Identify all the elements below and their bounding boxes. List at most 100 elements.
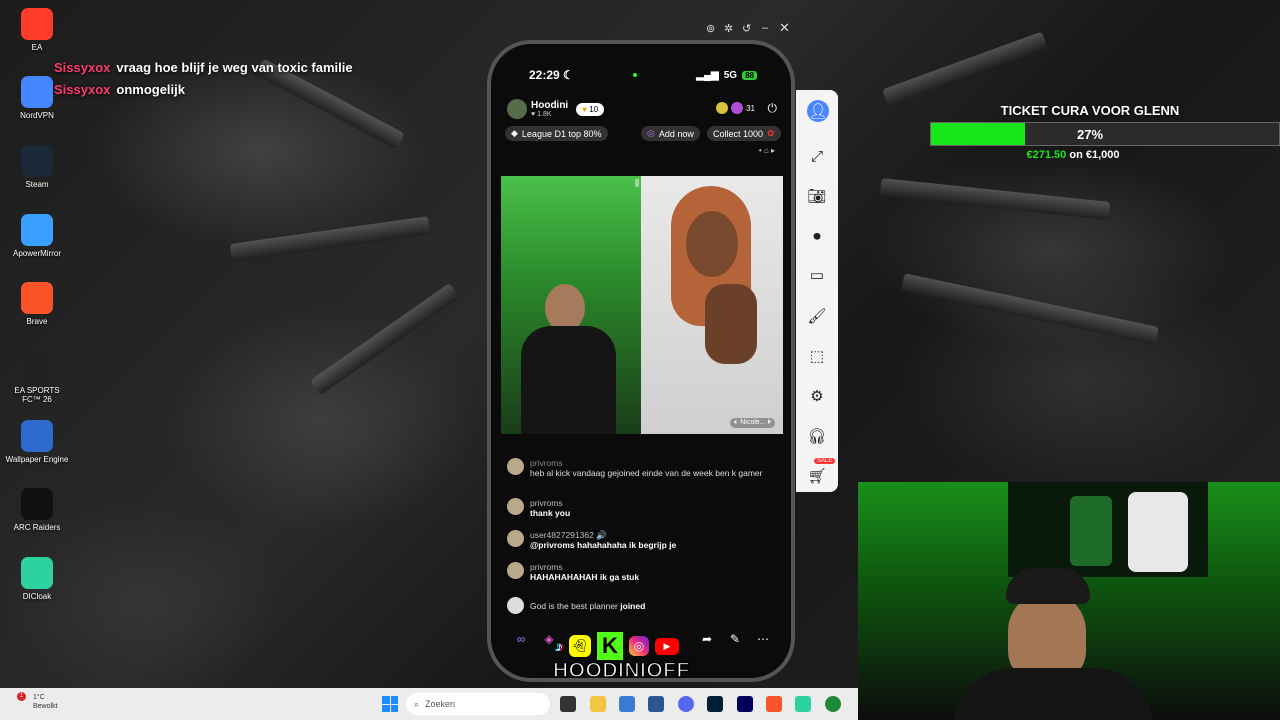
jersey [1128,492,1188,572]
expand-icon[interactable]: ⤢ [807,146,827,166]
power-icon[interactable]: ⏻ [768,101,778,116]
battery-icon: 88 [742,70,757,80]
guest-label[interactable]: 🔈︎ Nicole... ⏵ [730,418,775,428]
desktop-shortcut-label: Wallpaper Engine [5,455,69,464]
desktop-shortcut-label: Steam [25,180,49,189]
desktop-shortcut-label: Brave [26,317,48,326]
signal-icon: ▂▄▆ [696,69,719,81]
desktop-shortcut[interactable]: EA [4,8,70,52]
desktop-shortcut[interactable]: ARC Raiders [4,488,70,532]
host-name: Hoodini [531,100,569,111]
host-video [501,176,641,434]
bottom-right-actions: ➦ ✎ ⋯ [697,629,773,649]
network-label: 5G [723,69,738,81]
host-avatar [507,99,527,119]
follow-hearts-button[interactable]: ♥ 10 [576,102,605,116]
snapchat-icon: 👻︎ [569,635,591,657]
collect-button[interactable]: Collect 1000 ✿ [707,126,781,141]
headset-icon[interactable]: 🎧︎ [807,426,827,446]
spark-icon: ◎ [647,128,655,138]
taskbar: 1 1°C Bewolkt ⌕ Zoeken [0,688,858,720]
host-body [521,326,616,434]
comment-item: user4827291362 🔊 @privroms hahahahaha ik … [507,530,777,550]
brand-name: HOODINIOFF [552,658,690,683]
avatar-icon[interactable]: 👤︎ [807,100,829,122]
brush-icon[interactable]: 🖌︎ [807,306,827,326]
photoshop-icon[interactable] [707,696,723,712]
chat-line: Sissyxox onmogelijk [54,82,185,97]
desktop-shortcut-label: NordVPN [20,111,54,120]
nordvpn-icon [21,76,53,108]
task-view-icon[interactable] [560,696,576,712]
dicloak-taskbar-icon[interactable] [795,696,811,712]
more-icon[interactable]: ⋯ [753,629,773,649]
comment-item: privroms thank you [507,498,777,518]
mic-indicator-icon [633,73,638,77]
record-icon[interactable]: ⏺ [807,226,827,246]
steam-icon [21,145,53,177]
settings-icon[interactable]: ⚙ [807,386,827,406]
window-settings-icon[interactable]: ✲ [724,22,733,35]
viewer-count[interactable]: 31 [716,102,755,114]
weather-widget[interactable]: 1 1°C Bewolkt [17,692,58,711]
host-face [545,284,585,332]
brave-taskbar-icon[interactable] [766,696,782,712]
desktop-shortcut[interactable]: Brave [4,282,70,326]
share-icon[interactable]: ➦ [697,629,717,649]
heart-icon: ♥ [582,104,587,114]
window-back-icon[interactable]: ↺ [742,22,751,35]
search-icon: ⌕ [414,698,420,709]
start-button[interactable] [382,696,398,712]
goal-percent: 27% [1076,127,1104,142]
link-icon[interactable]: ∞ [511,629,531,649]
add-now-button[interactable]: ◎ Add now [641,126,700,141]
screen-icon[interactable]: ▭ [807,265,827,285]
app-taskbar-icon[interactable] [825,696,841,712]
window-close-icon[interactable]: ✕ [779,20,790,36]
comment-avatar [507,562,524,579]
discord-icon[interactable] [678,696,694,712]
outlook-icon[interactable] [648,696,664,712]
store-icon[interactable] [619,696,635,712]
clock: 22:29 [529,68,560,82]
select-icon[interactable]: ⬚ [807,346,827,366]
comment-item: privroms heb al kick vandaag gejoined ein… [507,458,777,478]
edit-icon[interactable]: ✎ [725,629,745,649]
guest-video: 🔈︎ Nicole... ⏵ [641,176,783,434]
desktop-shortcut[interactable]: EA SPORTS FC™ 26 [4,351,70,404]
easportsfc-icon [21,351,53,383]
search-input[interactable]: ⌕ Zoeken [406,693,550,715]
wallpaper-engine-icon [21,420,53,452]
more-arrows-icon[interactable]: • ⌂ ▸ [759,146,775,155]
moon-icon: ☾ [563,68,574,82]
premiere-icon[interactable] [737,696,753,712]
host-info[interactable]: Hoodini ♥ 1.8K ♥ 10 [507,99,605,119]
desktop-shortcut-label: ApowerMirror [12,249,61,258]
desktop-shortcut-label: EA SPORTS FC™ 26 [14,386,60,404]
guest-face [686,211,738,277]
goal-amount: €271.50 on €1,000 [1026,149,1120,161]
apowermirror-icon [21,214,53,246]
viewer-avatar [731,102,744,114]
desktop-shortcut[interactable]: Steam [4,145,70,189]
camera-icon[interactable]: 📷︎ [807,186,827,206]
file-explorer-icon[interactable] [590,696,606,712]
guest-hand [705,284,757,364]
cart-icon[interactable]: 🛒︎ [807,466,827,486]
comment-avatar [507,530,524,547]
window-pin-icon[interactable]: ⊚ [706,22,715,35]
desktop-shortcut[interactable]: DICloak [4,557,70,601]
sound-icon: 🔈︎ [734,419,739,426]
comment-item: privroms HAHAHAHAHAH ik ga stuk [507,562,777,582]
join-notice: God is the best planner joined [507,597,777,614]
desktop-shortcut-label: ARC Raiders [13,523,61,532]
desktop-shortcut[interactable]: Wallpaper Engine [4,420,70,464]
goal-bar: 27% [930,122,1280,146]
window-minimize-icon[interactable]: – [762,22,768,34]
desktop-shortcut[interactable]: ApowerMirror [4,214,70,258]
split-icon[interactable]: ⫼ [635,178,639,189]
youtube-icon: ▶ [655,637,679,655]
streamer-shirt [953,668,1153,720]
league-badge[interactable]: ◆ League D1 top 80% [505,126,608,141]
streamer-hair [1006,568,1090,604]
